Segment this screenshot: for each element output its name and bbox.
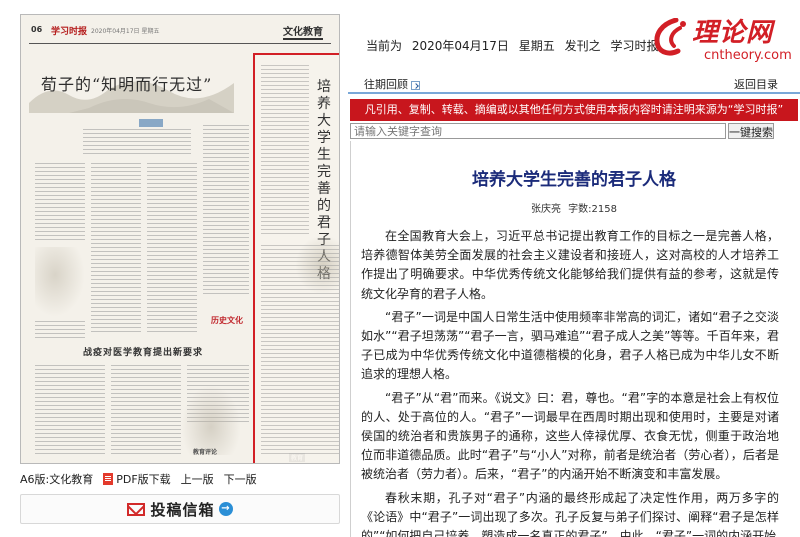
edition-link[interactable]: A6版:文化教育 <box>20 471 93 487</box>
logo-text-cn: 理论网 <box>692 18 774 48</box>
paper-text-block <box>203 125 249 295</box>
article-title: 培养大学生完善的君子人格 <box>472 170 676 190</box>
mail-icon <box>127 502 146 516</box>
paper-text-block <box>35 321 85 341</box>
article-paragraph: 在全国教育大会上，习近平总书记提出教育工作的目标之一是完善人格，培养德智体美劳全… <box>361 229 779 301</box>
article-paragraph: 春秋末期，孔子对“君子”内涵的最终形成起了决定性作用，两万多字的《论语》中“君子… <box>361 490 779 537</box>
article-paragraph: “君子”一词是中国人日常生活中使用频率非常高的词汇，诸如“君子之交淡如水”“君子… <box>361 309 779 382</box>
article-body: 在全国教育大会上，习近平总书记提出教育工作的目标之一是完善人格，培养德智体美劳全… <box>361 227 779 537</box>
paper-tag <box>139 119 163 127</box>
paper-article1-title[interactable]: 荀子的“知明而行无过” <box>41 71 212 95</box>
copyright-notice-banner: 凡引用、复制、转载、摘编或以其他任何方式使用本报内容时请注明来源为“学习时报” <box>350 99 798 121</box>
paper-section-name: 文化教育 <box>283 23 323 40</box>
badge-label: 历史文化 <box>211 316 243 325</box>
article-paragraph: “君子”从“君”而来。《说文》曰：君，尊也。“君”字的本意是社会上有权位的人、处… <box>361 390 779 482</box>
prev-page-link[interactable]: 上一版 <box>181 471 214 487</box>
newspaper-panel: 06 学习时报 2020年04月17日 星期五 文化教育 荀子的“知明而行无过”… <box>0 0 340 537</box>
paper-text-block <box>91 163 141 333</box>
paper-text-block <box>35 365 105 455</box>
paper-article2-title[interactable]: 战疫对医学教育提出新要求 <box>83 345 203 358</box>
history-culture-badge: 历史文化 <box>209 305 249 341</box>
logo-text-en: cntheory.com <box>704 48 792 63</box>
search-button[interactable]: 一键搜索 <box>728 123 774 139</box>
article-content: 培养大学生完善的君子人格 张庆亮 字数:2158 在全国教育大会上，习近平总书记… <box>350 141 798 537</box>
newspaper-page-thumbnail[interactable]: 06 学习时报 2020年04月17日 星期五 文化教育 荀子的“知明而行无过”… <box>20 14 340 464</box>
info-prefix: 当前为 <box>366 39 403 53</box>
selected-article-highlight[interactable]: 培养大学生完善的君子人格 <box>253 53 339 463</box>
article-meta: 张庆亮 字数:2158 <box>351 200 797 215</box>
calendar-arrow-icon <box>411 80 420 90</box>
highlight-text-block <box>261 245 339 455</box>
pdf-download-link[interactable]: PDF版下载 <box>103 471 171 487</box>
arrow-right-icon: → <box>218 502 233 516</box>
info-issue: 发刊之 <box>564 39 601 53</box>
ink-decoration <box>181 385 241 455</box>
back-to-contents-link[interactable]: 返回目录 <box>734 76 778 92</box>
past-issues-link[interactable]: 往期回顾 <box>364 76 420 92</box>
paper-text-block <box>147 163 197 333</box>
ink-decoration <box>35 247 85 317</box>
paper-header: 06 学习时报 2020年04月17日 星期五 文化教育 <box>31 23 331 41</box>
submission-label: 投稿信箱 <box>150 500 215 519</box>
highlight-text-block <box>261 65 309 235</box>
info-date: 2020年04月17日 <box>411 39 509 53</box>
article-word-count: 字数:2158 <box>568 204 617 215</box>
search-input[interactable] <box>350 123 726 139</box>
past-issues-label: 往期回顾 <box>364 78 408 91</box>
next-page-link[interactable]: 下一版 <box>224 471 257 487</box>
page-navigation: A6版:文化教育 PDF版下载 上一版 下一版 <box>20 470 340 488</box>
submission-mailbox-button[interactable]: 投稿信箱 → <box>20 494 340 524</box>
site-logo[interactable]: 理论网 cntheory.com <box>652 6 800 66</box>
paper-text-block <box>35 163 85 243</box>
paper-text-block <box>83 129 191 157</box>
paper-masthead: 学习时报 <box>51 27 88 37</box>
info-weekday: 星期五 <box>518 39 555 53</box>
toolbar: 往期回顾 返回目录 <box>348 74 800 94</box>
paper-text-block <box>111 365 181 455</box>
article-author: 张庆亮 <box>530 204 561 215</box>
current-issue-info: 当前为 2020年04月17日 星期五 发刊之 学习时报 <box>366 37 664 54</box>
paper-header-rule <box>29 43 331 44</box>
pdf-icon <box>103 473 114 485</box>
paper-footer-label: 教育评论 <box>193 449 218 456</box>
article-panel: 当前为 2020年04月17日 星期五 发刊之 学习时报 理论网 cntheor… <box>348 0 800 537</box>
paper-masthead-date: 2020年04月17日 星期五 <box>91 28 160 35</box>
logo-mark-icon <box>654 18 686 56</box>
pdf-download-label: PDF版下载 <box>116 473 171 486</box>
paper-page-number: 06 <box>31 25 43 34</box>
